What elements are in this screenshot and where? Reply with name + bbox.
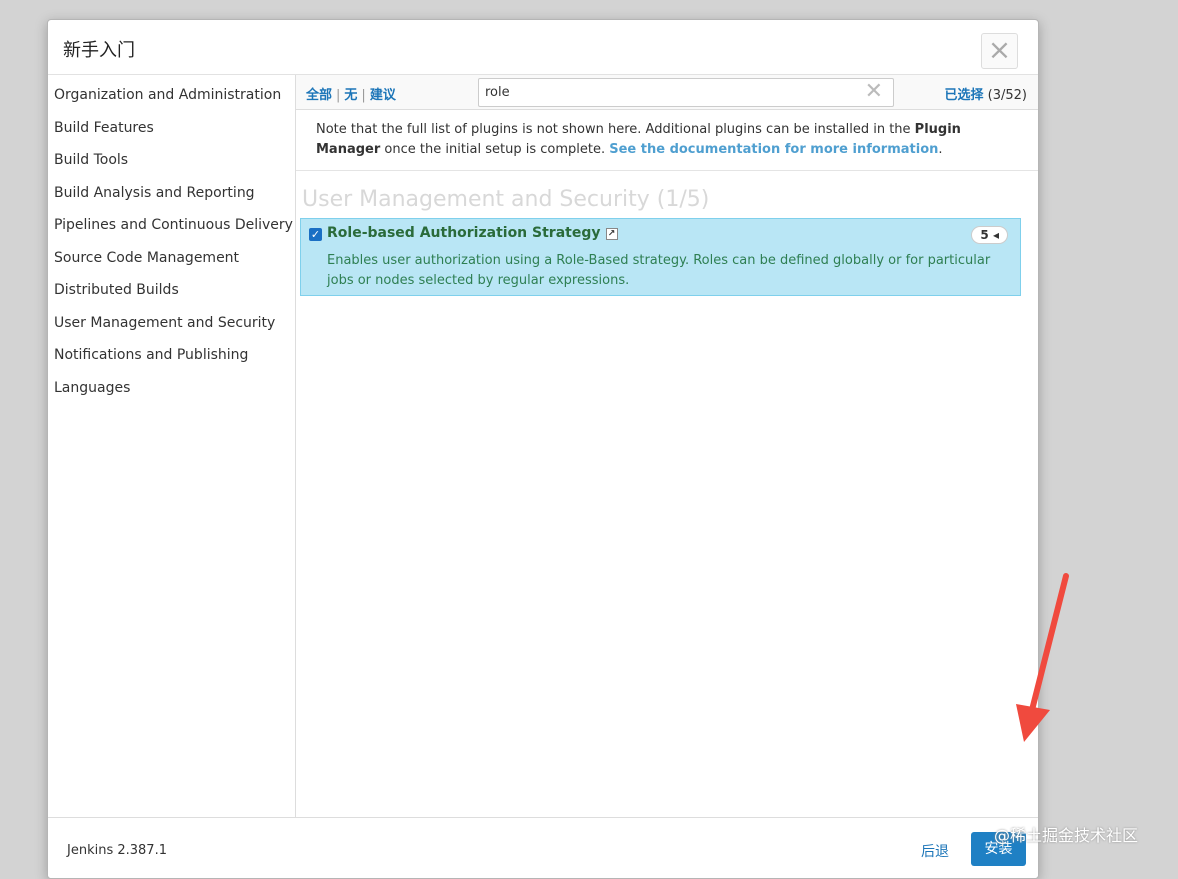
plugin-name: Role-based Authorization Strategy ↗	[327, 225, 618, 241]
sidebar-item-languages[interactable]: Languages	[48, 372, 295, 405]
annotation-arrow-icon	[1016, 573, 1069, 742]
dialog-title: 新手入门	[63, 40, 135, 61]
select-all-link[interactable]: 全部	[306, 88, 332, 103]
dependency-count-badge[interactable]: 5 ◂	[971, 226, 1008, 244]
dependency-count: 5	[980, 228, 989, 242]
category-sidebar: Organization and Administration Build Fe…	[48, 75, 296, 817]
plugin-manager-note: Note that the full list of plugins is no…	[296, 110, 1038, 171]
clear-search-icon[interactable]: ✕	[865, 81, 883, 103]
selected-count-value: (3/52)	[987, 88, 1027, 103]
sidebar-item-user-management-security[interactable]: User Management and Security	[48, 307, 295, 340]
selection-links: 全部 | 无 | 建议	[306, 84, 396, 103]
sidebar-item-organization-administration[interactable]: Organization and Administration	[48, 79, 295, 112]
plugin-description: Enables user authorization using a Role-…	[327, 253, 991, 288]
plugin-toolbar: 全部|无|建议 ✕ 已选择 (3/52)	[296, 75, 1038, 110]
separator: |	[361, 88, 366, 103]
watermark: @稀土掘金技术社区	[994, 826, 1139, 845]
note-text: Note that the full list of plugins is no…	[316, 122, 915, 137]
plugin-checkbox[interactable]: ✓	[309, 228, 322, 241]
caret-left-icon: ◂	[992, 228, 999, 242]
plugin-search-input[interactable]	[479, 79, 859, 106]
external-link-icon[interactable]: ↗	[605, 228, 618, 240]
sidebar-item-build-analysis-reporting[interactable]: Build Analysis and Reporting	[48, 177, 295, 210]
back-button[interactable]: 后退	[921, 841, 949, 861]
sidebar-item-build-tools[interactable]: Build Tools	[48, 144, 295, 177]
select-suggested-link[interactable]: 建议	[370, 88, 396, 103]
sidebar-item-distributed-builds[interactable]: Distributed Builds	[48, 274, 295, 307]
plugin-row[interactable]: ✓ Role-based Authorization Strategy ↗ 5 ◂…	[300, 218, 1021, 296]
selected-label: 已选择	[944, 88, 984, 103]
sidebar-item-build-features[interactable]: Build Features	[48, 112, 295, 145]
close-button[interactable]: ×	[981, 33, 1018, 69]
plugin-name-text: Role-based Authorization Strategy	[327, 225, 601, 241]
selected-count[interactable]: 已选择 (3/52)	[945, 84, 1028, 103]
select-none-link[interactable]: 无	[344, 88, 357, 103]
sidebar-item-notifications-publishing[interactable]: Notifications and Publishing	[48, 339, 295, 372]
separator: |	[336, 88, 341, 103]
note-text: .	[938, 142, 943, 157]
note-text: once the initial setup is complete.	[380, 142, 610, 157]
dialog-footer: Jenkins 2.387.1 后退 安装	[48, 817, 1038, 878]
sidebar-item-pipelines-continuous-delivery[interactable]: Pipelines and Continuous Delivery	[48, 209, 295, 242]
dialog-header: 新手入门 ×	[48, 20, 1038, 75]
documentation-link[interactable]: See the documentation for more informati…	[609, 142, 938, 157]
section-heading: User Management and Security (1/5)	[302, 187, 710, 212]
sidebar-item-source-code-management[interactable]: Source Code Management	[48, 242, 295, 275]
plugin-search-box: ✕	[478, 78, 894, 107]
setup-wizard-dialog: 新手入门 × Organization and Administration B…	[47, 19, 1039, 879]
jenkins-version: Jenkins 2.387.1	[67, 843, 167, 858]
